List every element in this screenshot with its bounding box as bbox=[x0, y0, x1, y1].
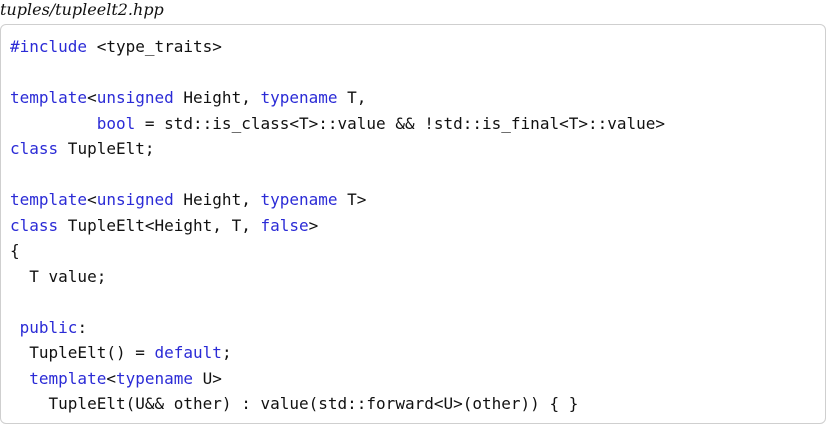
file-name-caption: tuples/tupleelt2.hpp bbox=[0, 0, 164, 19]
code-token: < bbox=[87, 190, 97, 209]
code-token: TupleElt(U&& other) : value(std::forward… bbox=[10, 394, 579, 413]
code-keyword: typename bbox=[260, 190, 338, 209]
code-line: { bbox=[10, 238, 665, 264]
code-line: T value; bbox=[10, 264, 665, 290]
code-keyword: typename bbox=[115, 368, 194, 388]
code-token: T value; bbox=[10, 266, 107, 286]
code-token: Height, bbox=[173, 190, 261, 209]
code-keyword: typename bbox=[260, 88, 338, 107]
code-keyword: false bbox=[260, 215, 309, 235]
code-keyword: class bbox=[10, 139, 59, 158]
code-keyword: unsigned bbox=[96, 190, 174, 209]
code-listing: #include <type_traits> template<unsigned… bbox=[10, 34, 665, 417]
code-token: TupleElt() = bbox=[10, 343, 155, 362]
code-line: template<unsigned Height, typename T> bbox=[10, 187, 665, 213]
code-token: Height, bbox=[173, 88, 261, 107]
code-token: < bbox=[87, 88, 97, 107]
code-keyword: unsigned bbox=[96, 88, 174, 107]
code-token: TupleElt<Height, T, bbox=[58, 215, 261, 235]
code-line: template<unsigned Height, typename T, bbox=[10, 85, 665, 111]
code-token: U> bbox=[193, 368, 222, 388]
code-line: template<typename U> bbox=[10, 366, 665, 392]
code-line: public: bbox=[10, 315, 665, 341]
code-keyword: #include bbox=[10, 37, 88, 56]
code-token: <type_traits> bbox=[87, 37, 222, 56]
code-line: class TupleElt; bbox=[10, 136, 665, 162]
code-listing-box: #include <type_traits> template<unsigned… bbox=[0, 24, 826, 424]
code-line: bool = std::is_class<T>::value && !std::… bbox=[10, 111, 665, 137]
code-token: : bbox=[77, 317, 88, 337]
code-line: TupleElt() = default; bbox=[10, 340, 665, 366]
code-token: ; bbox=[221, 343, 232, 362]
code-line: TupleElt(U&& other) : value(std::forward… bbox=[10, 391, 665, 417]
code-token: T, bbox=[337, 88, 367, 107]
code-keyword: template bbox=[10, 88, 88, 107]
code-line: class TupleElt<Height, T, false> bbox=[10, 213, 665, 239]
code-line: #include <type_traits> bbox=[10, 34, 665, 60]
code-token: = std::is_class<T>::value && !std::is_fi… bbox=[135, 113, 666, 133]
code-keyword: default bbox=[154, 343, 222, 362]
code-keyword: class bbox=[10, 215, 59, 235]
code-keyword: public bbox=[19, 317, 78, 337]
code-token: { bbox=[10, 241, 20, 260]
code-keyword: template bbox=[29, 368, 107, 388]
code-keyword: bool bbox=[96, 113, 136, 133]
code-token: > bbox=[308, 215, 319, 235]
code-token: T> bbox=[337, 190, 367, 209]
code-token: < bbox=[106, 368, 116, 388]
code-token: TupleElt; bbox=[58, 139, 155, 158]
code-keyword: template bbox=[10, 190, 88, 209]
